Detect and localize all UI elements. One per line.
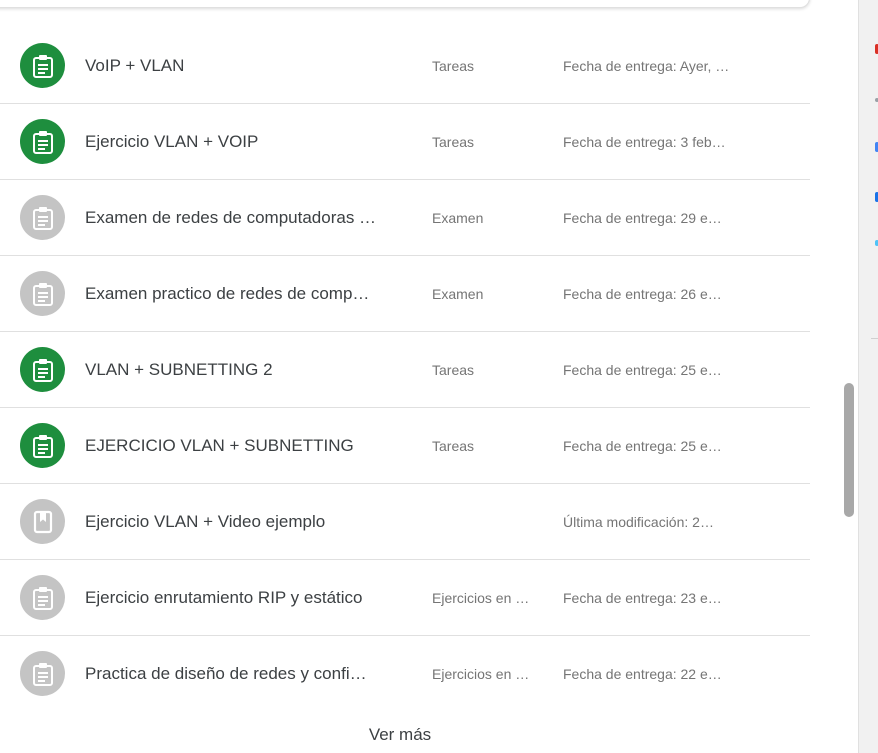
assignment-row[interactable]: Ejercicio VLAN + Video ejemplo Última mo… bbox=[0, 484, 810, 560]
top-card-edge bbox=[0, 0, 810, 8]
assignment-category: Ejercicios en … bbox=[432, 589, 530, 606]
assignment-row[interactable]: VLAN + SUBNETTING 2 Tareas Fecha de entr… bbox=[0, 332, 810, 408]
assignment-due-date: Última modificación: 2… bbox=[563, 513, 714, 530]
assignment-row[interactable]: Practica de diseño de redes y confi… Eje… bbox=[0, 636, 810, 711]
assignment-category: Tareas bbox=[432, 437, 475, 454]
scrollbar-thumb[interactable] bbox=[844, 383, 854, 517]
assignment-due-date: Fecha de entrega: 26 e… bbox=[563, 285, 722, 302]
assignment-icon bbox=[20, 119, 65, 164]
assignment-title: Practica de diseño de redes y confi… bbox=[85, 663, 367, 683]
assignment-title: Examen practico de redes de comp… bbox=[85, 283, 370, 303]
assignment-due-date: Fecha de entrega: 29 e… bbox=[563, 209, 722, 226]
assignment-title: Examen de redes de computadoras … bbox=[85, 207, 377, 227]
assignment-icon bbox=[20, 271, 65, 316]
assignment-icon bbox=[20, 423, 65, 468]
assignment-row[interactable]: Ejercicio VLAN + VOIP Tareas Fecha de en… bbox=[0, 104, 810, 180]
assignment-title: EJERCICIO VLAN + SUBNETTING bbox=[85, 435, 354, 455]
assignment-due-date: Fecha de entrega: 25 e… bbox=[563, 437, 722, 454]
assignment-row[interactable]: VoIP + VLAN Tareas Fecha de entrega: Aye… bbox=[0, 28, 810, 104]
assignment-category: Tareas bbox=[432, 361, 475, 378]
assignment-icon bbox=[20, 575, 65, 620]
divider bbox=[871, 338, 878, 339]
assignment-due-date: Fecha de entrega: 3 feb… bbox=[563, 133, 726, 150]
assignment-title: VLAN + SUBNETTING 2 bbox=[85, 359, 273, 379]
assignment-title: VoIP + VLAN bbox=[85, 55, 185, 75]
assignment-due-date: Fecha de entrega: 23 e… bbox=[563, 589, 722, 606]
assignment-category: Tareas bbox=[432, 133, 475, 150]
assignment-category: Tareas bbox=[432, 57, 475, 74]
assignment-due-date: Fecha de entrega: 22 e… bbox=[563, 665, 722, 682]
assignment-row[interactable]: Ejercicio enrutamiento RIP y estático Ej… bbox=[0, 560, 810, 636]
assignment-row[interactable]: EJERCICIO VLAN + SUBNETTING Tareas Fecha… bbox=[0, 408, 810, 484]
assignment-row[interactable]: Examen de redes de computadoras … Examen… bbox=[0, 180, 810, 256]
material-book-icon bbox=[20, 499, 65, 544]
assignment-title: Ejercicio enrutamiento RIP y estático bbox=[85, 587, 363, 607]
assignment-icon bbox=[20, 43, 65, 88]
assignment-title: Ejercicio VLAN + VOIP bbox=[85, 131, 259, 151]
assignment-category: Examen bbox=[432, 209, 484, 226]
assignment-category: Examen bbox=[432, 285, 484, 302]
assignment-icon bbox=[20, 195, 65, 240]
side-panel-edge bbox=[858, 0, 878, 753]
assignment-icon bbox=[20, 651, 65, 696]
assignment-due-date: Fecha de entrega: Ayer, … bbox=[563, 57, 730, 74]
assignment-title: Ejercicio VLAN + Video ejemplo bbox=[85, 511, 326, 531]
see-more-button[interactable]: Ver más bbox=[350, 725, 450, 745]
assignment-icon bbox=[20, 347, 65, 392]
assignment-category: Ejercicios en … bbox=[432, 665, 530, 682]
assignment-list: VoIP + VLAN Tareas Fecha de entrega: Aye… bbox=[0, 28, 810, 711]
assignment-row[interactable]: Examen practico de redes de comp… Examen… bbox=[0, 256, 810, 332]
assignment-due-date: Fecha de entrega: 25 e… bbox=[563, 361, 722, 378]
